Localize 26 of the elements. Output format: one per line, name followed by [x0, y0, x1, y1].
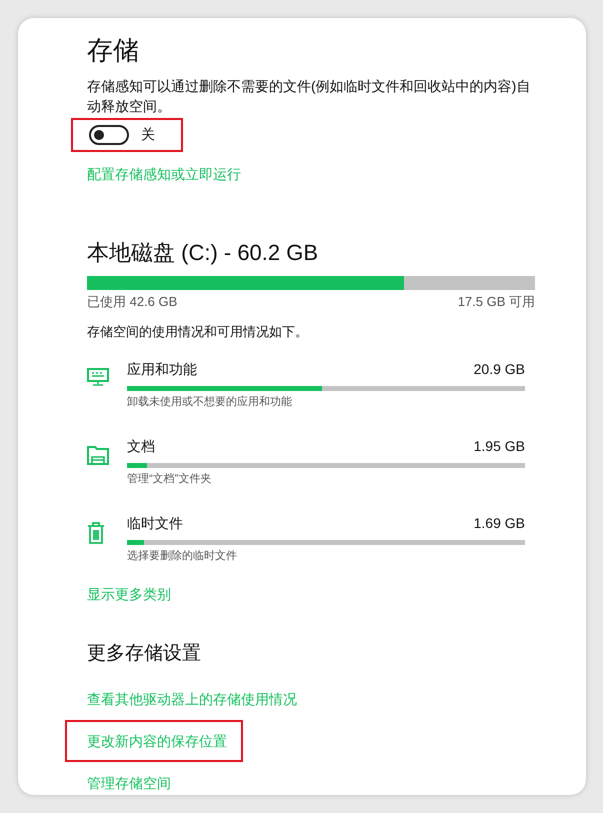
category-name[interactable]: 文档: [127, 436, 155, 456]
link[interactable]: 更改新内容的保存位置: [65, 720, 243, 762]
description-text: 存储空间的使用情况和可用情况如下。: [87, 323, 308, 341]
toggle-switch[interactable]: [89, 125, 129, 145]
category-hint: 管理“文档”文件夹: [127, 472, 212, 487]
link[interactable]: 显示更多类别: [87, 584, 171, 604]
category-size: 1.95 GB: [474, 437, 525, 456]
folder-icon: [87, 445, 109, 465]
link[interactable]: 配置存储感知或立即运行: [87, 164, 241, 184]
category-size: 1.69 GB: [474, 514, 525, 533]
category-hint: 选择要删除的临时文件: [127, 548, 237, 564]
category-name[interactable]: 应用和功能: [127, 359, 197, 379]
toggle-label: 关: [141, 126, 155, 144]
category-name[interactable]: 临时文件: [127, 513, 183, 533]
link[interactable]: 管理存储空间: [65, 762, 187, 804]
free-label: 17.5 GB 可用: [458, 293, 535, 311]
section-title: 存储: [87, 34, 139, 67]
link[interactable]: 查看其他驱动器上的存储使用情况: [65, 678, 313, 720]
drive-title: 本地磁盘 (C:) - 60.2 GB: [87, 239, 318, 267]
monitor-icon: [87, 368, 109, 386]
category-hint: 卸载未使用或不想要的应用和功能: [127, 394, 292, 410]
trash-icon: [87, 522, 105, 544]
used-label: 已使用 42.6 GB: [87, 293, 178, 311]
description-text: 存储感知可以通过删除不需要的文件(例如临时文件和回收站中的内容)自动释放空间。: [87, 77, 532, 116]
category-size: 20.9 GB: [474, 360, 525, 379]
section-title: 更多存储设置: [87, 642, 201, 666]
